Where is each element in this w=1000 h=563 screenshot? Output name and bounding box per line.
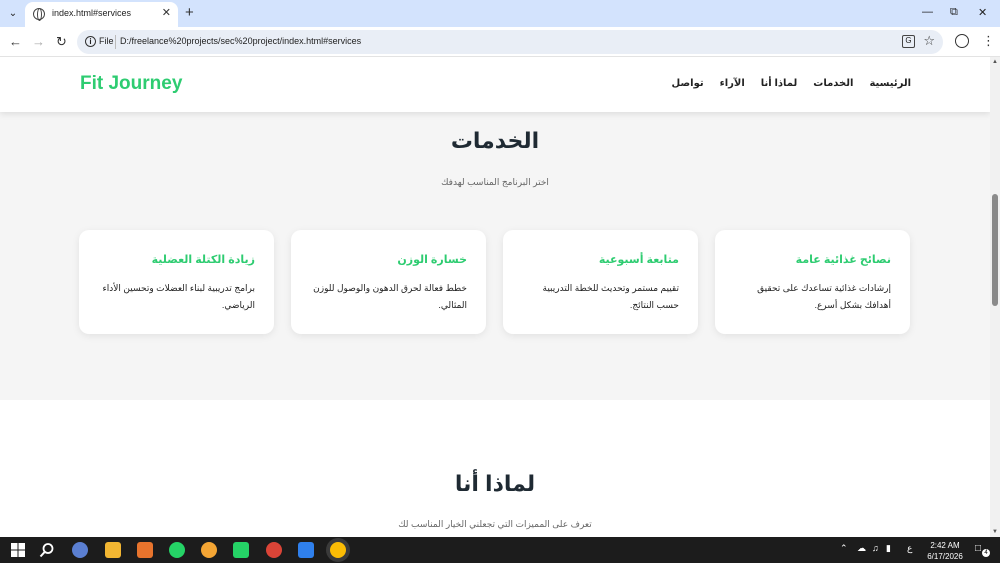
why-me-title: لماذا أنا bbox=[454, 471, 536, 496]
service-card: نصائح غذائية عامة إرشادات غذائية تساعدك … bbox=[715, 230, 910, 334]
nav-link-services[interactable]: الخدمات bbox=[813, 78, 853, 89]
window-close-icon[interactable]: ✕ bbox=[978, 6, 987, 19]
scroll-up-icon[interactable]: ▲ bbox=[992, 59, 998, 65]
services-section: الخدمات اختر البرنامج المناسب لهدفك نصائ… bbox=[0, 112, 990, 400]
tab-strip: ⌄ index.html#services ✕ + — ⧉ ✕ bbox=[0, 0, 1000, 27]
clock-time: 2:42 AM bbox=[930, 541, 960, 550]
profile-avatar-icon[interactable] bbox=[955, 34, 969, 48]
restore-icon[interactable]: ⧉ bbox=[950, 6, 958, 19]
address-scheme-label: File bbox=[99, 36, 114, 46]
site-header: Fit Journey الرئيسية الخدمات لماذا أنا ا… bbox=[0, 57, 990, 112]
whatsapp-icon[interactable] bbox=[169, 542, 185, 558]
site-info-icon[interactable]: i bbox=[85, 36, 96, 47]
chrome-profile-icon[interactable] bbox=[266, 542, 282, 558]
site-nav: الرئيسية الخدمات لماذا أنا الآراء تواصل bbox=[672, 78, 911, 89]
why-me-subtitle: تعرف على المميزات التي تجعلني الخيار الم… bbox=[398, 519, 592, 529]
battery-icon[interactable]: ▮ bbox=[886, 543, 891, 554]
file-explorer-icon[interactable] bbox=[105, 542, 121, 558]
scroll-down-icon[interactable]: ▼ bbox=[992, 529, 998, 535]
translate-icon[interactable]: G bbox=[902, 35, 915, 48]
nav-link-contact[interactable]: تواصل bbox=[672, 78, 704, 89]
vscode-icon[interactable] bbox=[298, 542, 314, 558]
scrollbar-thumb[interactable] bbox=[992, 194, 998, 306]
services-title: الخدمات bbox=[450, 128, 540, 153]
network-icon[interactable]: ☁ bbox=[857, 543, 866, 554]
minimize-icon[interactable]: — bbox=[922, 6, 933, 18]
clock-date: 6/17/2026 bbox=[927, 552, 963, 561]
service-card-text: خطط فعالة لحرق الدهون والوصول للوزن المث… bbox=[313, 283, 467, 310]
service-card-title: خسارة الوزن bbox=[397, 254, 467, 266]
windows-start-icon[interactable] bbox=[10, 542, 26, 558]
tray-chevron-up-icon[interactable]: ⌃ bbox=[840, 543, 848, 554]
service-card: زيادة الكتلة العضلية برامج تدريبية لبناء… bbox=[79, 230, 274, 334]
tab-title: index.html#services bbox=[52, 8, 132, 18]
close-tab-icon[interactable]: ✕ bbox=[162, 6, 171, 19]
volume-icon[interactable]: ♫ bbox=[872, 543, 879, 553]
windows-taskbar: ⌃ ☁ ♫ ▮ ع 2:42 AM 6/17/2026 □ 4 bbox=[0, 537, 1000, 563]
service-card-text: إرشادات غذائية تساعدك على تحقيق أهدافك ب… bbox=[757, 283, 891, 310]
input-language[interactable]: ع bbox=[907, 543, 912, 554]
page-scrollbar[interactable]: ▲ ▼ bbox=[990, 57, 1000, 537]
service-card: خسارة الوزن خطط فعالة لحرق الدهون والوصو… bbox=[291, 230, 486, 334]
notification-count-badge: 4 bbox=[982, 549, 990, 557]
nav-link-testimonials[interactable]: الآراء bbox=[720, 78, 745, 89]
service-card-text: تقييم مستمر وتحديث للخطة التدريبية حسب ا… bbox=[542, 283, 679, 310]
whatsapp-business-icon[interactable] bbox=[233, 542, 249, 558]
notification-chat-icon[interactable]: □ bbox=[975, 543, 981, 554]
address-divider bbox=[115, 35, 116, 49]
system-clock[interactable]: 2:42 AM 6/17/2026 bbox=[921, 540, 969, 562]
service-card: متابعة أسبوعية تقييم مستمر وتحديث للخطة … bbox=[503, 230, 698, 334]
r-app-icon[interactable] bbox=[72, 542, 88, 558]
service-card-title: متابعة أسبوعية bbox=[598, 254, 679, 266]
browser-menu-kebab-icon[interactable]: ⋮ bbox=[982, 33, 995, 49]
new-tab-plus-icon[interactable]: + bbox=[185, 4, 194, 21]
why-me-section: لماذا أنا تعرف على المميزات التي تجعلني … bbox=[0, 400, 990, 537]
browser-toolbar: ← → ↻ i File D:/freelance%20projects/sec… bbox=[0, 27, 1000, 57]
site-logo[interactable]: Fit Journey bbox=[80, 73, 182, 95]
chrome-canary-icon[interactable] bbox=[201, 542, 217, 558]
nav-link-home[interactable]: الرئيسية bbox=[869, 78, 911, 89]
globe-icon bbox=[33, 8, 45, 21]
bookmark-star-icon[interactable]: ☆ bbox=[923, 33, 935, 49]
services-subtitle: اختر البرنامج المناسب لهدفك bbox=[441, 177, 549, 187]
xampp-icon[interactable] bbox=[137, 542, 153, 558]
service-card-title: زيادة الكتلة العضلية bbox=[151, 254, 255, 266]
forward-arrow-icon[interactable]: → bbox=[32, 34, 45, 49]
page-viewport: Fit Journey الرئيسية الخدمات لماذا أنا ا… bbox=[0, 57, 990, 537]
back-arrow-icon[interactable]: ← bbox=[9, 34, 22, 49]
browser-tab-active[interactable]: index.html#services ✕ bbox=[25, 2, 178, 27]
tab-search-chevron-icon[interactable]: ⌄ bbox=[5, 6, 21, 22]
service-card-text: برامج تدريبية لبناء العضلات وتحسين الأدا… bbox=[102, 283, 255, 310]
chrome-icon[interactable] bbox=[330, 542, 346, 558]
service-card-title: نصائح غذائية عامة bbox=[795, 254, 891, 266]
search-icon[interactable] bbox=[39, 542, 55, 558]
address-url-text[interactable]: D:/freelance%20projects/sec%20project/in… bbox=[120, 36, 361, 46]
address-bar[interactable]: i File D:/freelance%20projects/sec%20pro… bbox=[77, 30, 943, 54]
reload-icon[interactable]: ↻ bbox=[56, 34, 67, 50]
nav-link-why-me[interactable]: لماذا أنا bbox=[761, 78, 798, 89]
